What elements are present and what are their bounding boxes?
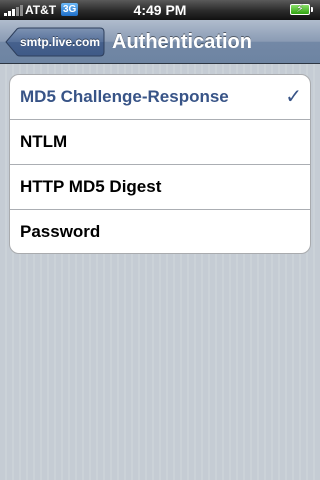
charging-battery-icon: ⚡ (290, 3, 313, 15)
status-time: 4:49 PM (133, 2, 187, 18)
option-label: Password (20, 222, 101, 241)
authentication-options: MD5 Challenge-Response ✓ NTLM HTTP MD5 D… (9, 74, 311, 254)
back-button[interactable]: smtp.live.com (5, 27, 105, 57)
navigation-bar: smtp.live.com Authentication (0, 20, 320, 64)
checkmark-icon: ✓ (285, 86, 302, 108)
back-button-label: smtp.live.com (19, 35, 101, 49)
option-label: NTLM (20, 132, 68, 151)
option-label: MD5 Challenge-Response (20, 87, 229, 106)
status-bar: AT&T 3G 4:49 PM ⚡ (0, 0, 320, 20)
option-label: HTTP MD5 Digest (20, 177, 162, 196)
option-md5-challenge-response[interactable]: MD5 Challenge-Response ✓ (10, 75, 310, 120)
option-password[interactable]: Password (10, 210, 310, 253)
page-title: Authentication (112, 31, 252, 53)
option-ntlm[interactable]: NTLM (10, 120, 310, 165)
option-http-md5-digest[interactable]: HTTP MD5 Digest (10, 165, 310, 210)
